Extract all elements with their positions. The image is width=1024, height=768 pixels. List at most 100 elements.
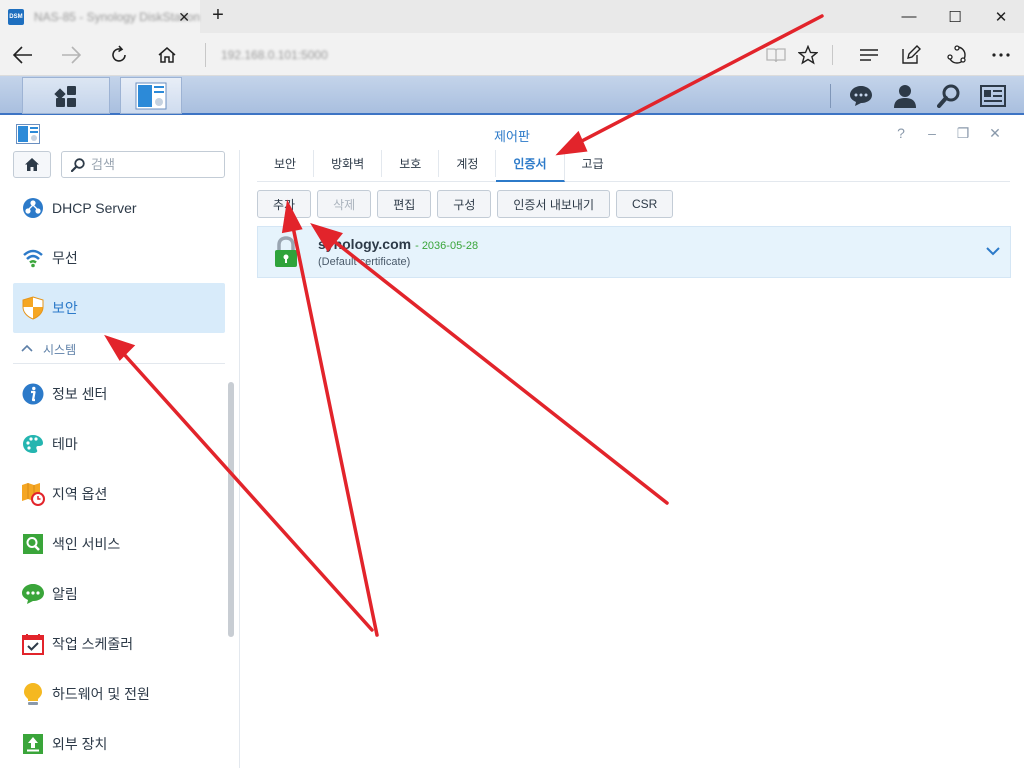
sidebar-item-theme[interactable]: 테마: [13, 421, 225, 467]
sidebar-item-hardware-power[interactable]: 하드웨어 및 전원: [13, 671, 225, 717]
external-devices-icon: [21, 732, 45, 756]
web-note-icon[interactable]: [893, 37, 929, 73]
sidebar-item-label: DHCP Server: [52, 200, 137, 216]
help-button[interactable]: ?: [891, 125, 911, 143]
control-panel-task-icon: [135, 82, 167, 109]
certificate-name-text: synology.com: [318, 236, 412, 252]
new-tab-button[interactable]: +: [206, 4, 230, 28]
sidebar-item-label: 테마: [52, 436, 78, 452]
tab-advanced[interactable]: 고급: [565, 150, 621, 177]
user-icon[interactable]: [883, 76, 927, 115]
widgets-icon[interactable]: [971, 76, 1015, 115]
sidebar-item-info-center[interactable]: 정보 센터: [13, 371, 225, 417]
regional-options-icon: [21, 482, 45, 506]
window-minimize-button[interactable]: –: [922, 125, 942, 143]
minimize-icon[interactable]: —: [886, 0, 932, 33]
certificate-list-item[interactable]: synology.com - 2036-05-28 (Default certif…: [257, 226, 1011, 278]
dsm-taskbar: [0, 76, 1024, 115]
chevron-down-icon[interactable]: [986, 243, 1000, 261]
certificate-toolbar: 추가 삭제 편집 구성 인증서 내보내기 CSR: [257, 190, 674, 218]
tab-security[interactable]: 보안: [257, 150, 315, 177]
certificate-subtitle: (Default certificate): [318, 256, 411, 268]
address-bar[interactable]: 192.168.0.101:5000: [205, 43, 755, 67]
certificate-name: synology.com - 2036-05-28: [318, 236, 478, 252]
search-icon: [71, 157, 85, 172]
forward-icon[interactable]: [53, 37, 89, 73]
hub-icon[interactable]: [851, 37, 887, 73]
sidebar-item-task-scheduler[interactable]: 작업 스케줄러: [13, 621, 225, 667]
sidebar-section-label: 시스템: [43, 343, 77, 357]
home-icon: [25, 158, 39, 171]
home-icon[interactable]: [149, 37, 185, 73]
export-certificate-button[interactable]: 인증서 내보내기: [497, 190, 610, 218]
browser-titlebar: DSM NAS-85 - Synology DiskStation ✕ + — …: [0, 0, 1024, 33]
sidebar-item-external-devices[interactable]: 외부 장치: [13, 721, 225, 767]
browser-tab[interactable]: DSM NAS-85 - Synology DiskStation ✕: [0, 0, 200, 33]
sidebar-item-label: 무선: [52, 250, 78, 266]
toolbar-divider: [832, 45, 833, 65]
back-icon[interactable]: [5, 37, 41, 73]
sidebar-item-label: 알림: [52, 586, 78, 602]
window-restore-button[interactable]: ❐: [953, 125, 973, 143]
dhcp-server-icon: [21, 196, 45, 220]
search-icon[interactable]: [927, 76, 971, 115]
window-header: 제어판 ? – ❐ ✕: [0, 117, 1024, 150]
chevron-up-icon: [21, 344, 33, 355]
window-title: 제어판: [494, 129, 530, 144]
sidebar-item-indexing-service[interactable]: 색인 서비스: [13, 521, 225, 567]
wireless-icon: [21, 246, 45, 270]
control-panel-task-button[interactable]: [120, 77, 182, 114]
tab-firewall[interactable]: 방화벽: [314, 150, 383, 177]
edit-button[interactable]: 편집: [377, 190, 432, 218]
sidebar-search-input[interactable]: [91, 157, 211, 172]
tab-account[interactable]: 계정: [439, 150, 497, 177]
taskbar-divider: [830, 84, 831, 108]
sidebar-scrollbar[interactable]: [228, 382, 234, 637]
window-close-icon[interactable]: ✕: [978, 0, 1024, 33]
delete-button[interactable]: 삭제: [317, 190, 372, 218]
favorite-star-icon[interactable]: [790, 37, 826, 73]
sidebar-item-label: 하드웨어 및 전원: [52, 686, 150, 702]
indexing-service-icon: [21, 532, 45, 556]
sidebar-search[interactable]: [61, 151, 225, 178]
dsm-favicon-icon: DSM: [8, 8, 24, 25]
main-menu-button[interactable]: [22, 77, 110, 114]
sidebar-item-security[interactable]: 보안: [13, 283, 225, 333]
main-panel: 보안 방화벽 보호 계정 인증서 고급 추가 삭제 편집 구성 인증서 내보내기…: [241, 150, 1024, 768]
tab-protection[interactable]: 보호: [382, 150, 440, 177]
share-icon[interactable]: [939, 37, 975, 73]
reading-view-icon[interactable]: [758, 37, 794, 73]
info-center-icon: [21, 382, 45, 406]
browser-tab-title: NAS-85 - Synology DiskStation: [33, 9, 200, 24]
task-scheduler-icon: [21, 632, 45, 656]
sidebar-item-label: 작업 스케줄러: [52, 636, 134, 652]
tab-certificate[interactable]: 인증서: [496, 150, 565, 182]
sidebar-item-label: 외부 장치: [52, 736, 108, 752]
main-menu-icon: [54, 85, 76, 107]
configure-button[interactable]: 구성: [437, 190, 492, 218]
browser-navbar: 192.168.0.101:5000: [0, 33, 1024, 76]
sidebar: DHCP Server 무선 보안 시스템 정보 센터 테마 지역 옵션: [0, 150, 240, 768]
sidebar-item-label: 색인 서비스: [52, 536, 121, 552]
sidebar-item-regional-options[interactable]: 지역 옵션: [13, 471, 225, 517]
add-button[interactable]: 추가: [257, 190, 312, 218]
sidebar-item-label: 보안: [52, 300, 78, 316]
csr-button[interactable]: CSR: [616, 190, 674, 218]
messages-icon[interactable]: [839, 76, 883, 115]
tab-close-icon[interactable]: ✕: [178, 9, 190, 26]
sidebar-item-notification[interactable]: 알림: [13, 571, 225, 617]
window-close-button[interactable]: ✕: [985, 125, 1005, 143]
sidebar-home-button[interactable]: [13, 151, 51, 178]
more-icon[interactable]: [983, 37, 1019, 73]
sidebar-section-system[interactable]: 시스템: [13, 336, 225, 364]
sidebar-item-label: 정보 센터: [52, 386, 108, 402]
sidebar-item-dhcp-server[interactable]: DHCP Server: [13, 185, 225, 231]
hardware-power-icon: [21, 682, 45, 706]
theme-palette-icon: [21, 432, 45, 456]
security-shield-icon: [21, 296, 45, 320]
address-text: 192.168.0.101:5000: [221, 48, 328, 62]
lock-icon: [274, 236, 298, 273]
refresh-icon[interactable]: [101, 37, 137, 73]
sidebar-item-wireless[interactable]: 무선: [13, 235, 225, 281]
maximize-icon[interactable]: ☐: [932, 0, 978, 33]
